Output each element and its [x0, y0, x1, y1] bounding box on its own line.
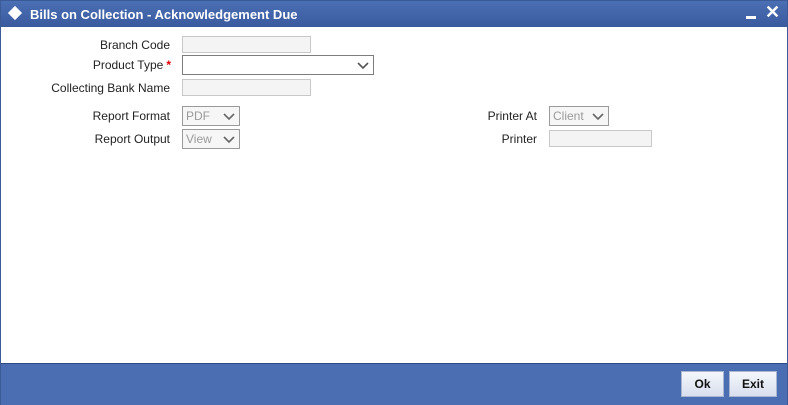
report-output-select[interactable]: View — [182, 129, 240, 149]
printer-field[interactable] — [549, 130, 652, 147]
product-type-label: Product Type * — [41, 58, 171, 72]
printer-at-select[interactable]: Client — [549, 106, 609, 126]
printer-at-value: Client — [553, 109, 584, 123]
exit-button[interactable]: Exit — [729, 371, 777, 397]
printer-at-label: Printer At — [487, 109, 537, 123]
branch-code-label: Branch Code — [99, 38, 170, 52]
required-marker: * — [166, 58, 171, 72]
collecting-bank-field[interactable] — [182, 79, 311, 96]
diamond-icon — [7, 5, 23, 21]
minimize-icon[interactable] — [746, 16, 756, 19]
product-type-label-text: Product Type — [92, 58, 164, 72]
ok-button[interactable]: Ok — [681, 371, 724, 397]
collecting-bank-label: Collecting Bank Name — [51, 81, 170, 95]
chevron-down-icon — [592, 113, 604, 121]
report-output-label: Report Output — [94, 132, 170, 146]
printer-label: Printer — [501, 132, 537, 146]
title-bar: Bills on Collection - Acknowledgement Du… — [1, 1, 787, 27]
chevron-down-icon — [223, 136, 235, 144]
window-title: Bills on Collection - Acknowledgement Du… — [30, 7, 298, 22]
chevron-down-icon — [357, 62, 369, 70]
branch-code-field[interactable] — [182, 36, 311, 53]
report-output-value: View — [186, 132, 212, 146]
dialog-window: Bills on Collection - Acknowledgement Du… — [0, 0, 788, 405]
report-format-select[interactable]: PDF — [182, 106, 240, 126]
chevron-down-icon — [223, 113, 235, 121]
close-icon[interactable]: ✕ — [765, 3, 780, 21]
report-format-label: Report Format — [92, 109, 170, 123]
product-type-select[interactable] — [182, 55, 374, 75]
footer-bar: Ok Exit — [1, 363, 787, 405]
report-format-value: PDF — [186, 109, 210, 123]
